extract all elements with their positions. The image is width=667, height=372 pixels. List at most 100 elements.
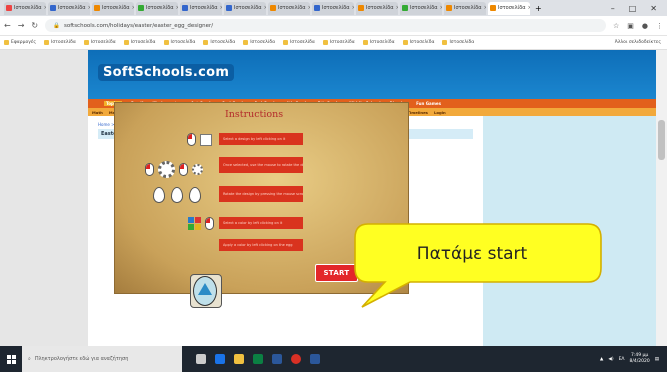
tab-close-icon[interactable]: ×: [484, 5, 486, 11]
tab-label: Ιστοσελίδα: [58, 5, 86, 11]
account-icon[interactable]: ●: [642, 22, 648, 30]
bookmark-item[interactable]: Ιστοσελίδα: [163, 40, 196, 45]
maximize-icon[interactable]: □: [629, 4, 637, 13]
folder-icon: [283, 40, 289, 45]
bookmark-item[interactable]: Ιστοσελίδα: [123, 40, 156, 45]
browser-tab[interactable]: Ιστοσελίδα ×: [268, 1, 310, 15]
folder-icon: [83, 40, 89, 45]
tab-close-icon[interactable]: ×: [220, 5, 222, 11]
clock[interactable]: 7:49 μμ 8/4/2020: [630, 353, 650, 365]
new-tab-icon[interactable]: +: [535, 4, 542, 13]
secondary-nav-item[interactable]: Math: [92, 110, 103, 115]
bookmark-item[interactable]: Εφαρμογές: [4, 40, 36, 45]
browser-tab[interactable]: Ιστοσελίδα ×: [312, 1, 354, 15]
browser-tab[interactable]: Ιστοσελίδα ×: [400, 1, 442, 15]
tab-close-icon[interactable]: ×: [264, 5, 266, 11]
tab-label: Ιστοσελίδα: [454, 5, 482, 11]
bookmark-item[interactable]: Ιστοσελίδα: [83, 40, 116, 45]
tab-close-icon[interactable]: ×: [88, 5, 90, 11]
bookmark-label: Ιστοσελίδα: [369, 40, 395, 45]
edge-icon[interactable]: [215, 354, 225, 364]
scrollbar-thumb[interactable]: [658, 120, 665, 160]
tab-close-icon[interactable]: ×: [396, 5, 398, 11]
mouse-left-click-icon: [187, 133, 196, 146]
color-palette-icon: [188, 217, 201, 230]
tab-label: Ιστοσελίδα: [14, 5, 42, 11]
secondary-nav-item[interactable]: Login: [434, 110, 446, 115]
browser-tab[interactable]: Ιστοσελίδα ×: [224, 1, 266, 15]
bookmark-item[interactable]: Ιστοσελίδα: [442, 40, 474, 45]
browser-tab[interactable]: Ιστοσελίδα ×: [48, 1, 90, 15]
file-explorer-icon[interactable]: [234, 354, 244, 364]
extension-icon[interactable]: ▣: [627, 22, 634, 30]
site-logo[interactable]: SoftSchools.com: [98, 64, 235, 81]
url-input[interactable]: 🔒 softschools.com/holidays/easter/easter…: [45, 19, 606, 32]
site-header: SoftSchools.com: [88, 50, 656, 99]
url-text: softschools.com/holidays/easter/easter_e…: [63, 22, 214, 29]
secondary-nav-item[interactable]: Timelines: [407, 110, 428, 115]
bookmark-item[interactable]: Ιστοσελίδα: [44, 40, 76, 45]
egg-designer-game[interactable]: Instructions Select a design by left cli…: [114, 102, 409, 294]
step-row-3: [153, 187, 201, 203]
notifications-icon[interactable]: ▤: [655, 357, 659, 362]
reload-icon[interactable]: ↻: [31, 21, 38, 30]
bookmark-item[interactable]: Ιστοσελίδα: [322, 40, 355, 45]
menu-icon[interactable]: ⋮: [656, 22, 663, 30]
store-icon[interactable]: [253, 354, 263, 364]
lock-icon: 🔒: [53, 22, 60, 29]
tab-close-icon[interactable]: ×: [528, 5, 530, 11]
bookmark-label: Εφαρμογές: [11, 40, 36, 45]
browser-tab-strip: Ιστοσελίδα × Ιστοσελίδα × Ιστοσελίδα × Ιστοσελ…: [0, 0, 667, 16]
browser-tab[interactable]: Ιστοσελίδα ×: [180, 1, 222, 15]
task-view-icon[interactable]: [196, 354, 206, 364]
tab-close-icon[interactable]: ×: [132, 5, 134, 11]
chrome-icon[interactable]: [291, 354, 301, 364]
bookmark-item[interactable]: Ιστοσελίδα: [283, 40, 315, 45]
tab-close-icon[interactable]: ×: [352, 5, 354, 11]
address-bar-row: ← → ↻ 🔒 softschools.com/holidays/easter/…: [0, 16, 667, 36]
network-icon[interactable]: ▲: [600, 357, 603, 362]
tab-label: Ιστοσελίδα: [278, 5, 306, 11]
taskbar-search[interactable]: ⌕ Πληκτρολογήστε εδώ για αναζήτηση: [22, 346, 182, 372]
start-button[interactable]: START: [315, 264, 358, 282]
minimize-icon[interactable]: –: [611, 4, 615, 13]
page-scrollbar[interactable]: [656, 50, 667, 346]
bookmark-label: Ιστοσελίδα: [170, 40, 196, 45]
bookmark-label: Ιστοσελίδα: [90, 40, 116, 45]
tab-close-icon[interactable]: ×: [308, 5, 310, 11]
tab-favicon-icon: [314, 5, 320, 11]
volume-icon[interactable]: ◀): [608, 357, 613, 362]
tab-close-icon[interactable]: ×: [440, 5, 442, 11]
bookmark-item[interactable]: Ιστοσελίδα: [203, 40, 235, 45]
close-window-icon[interactable]: ✕: [650, 4, 657, 13]
folder-icon: [243, 40, 249, 45]
browser-tab[interactable]: Ιστοσελίδα ×: [92, 1, 134, 15]
word-document-icon[interactable]: [310, 354, 320, 364]
browser-tab[interactable]: Ιστοσελίδα ×: [444, 1, 486, 15]
browser-tab[interactable]: Ιστοσελίδα ×: [136, 1, 178, 15]
bookmark-item[interactable]: Ιστοσελίδα: [362, 40, 395, 45]
tab-close-icon[interactable]: ×: [44, 5, 46, 11]
folder-icon: [442, 40, 448, 45]
tab-label: Ιστοσελίδα: [498, 5, 526, 11]
bookmark-star-icon[interactable]: ☆: [613, 22, 619, 30]
bookmark-label: Ιστοσελίδα: [130, 40, 156, 45]
start-menu-button[interactable]: [0, 346, 22, 372]
mouse-icon: [179, 163, 188, 176]
word-icon[interactable]: [272, 354, 282, 364]
primary-nav-item[interactable]: Fun Games: [416, 101, 441, 106]
bookmark-item[interactable]: Ιστοσελίδα: [243, 40, 275, 45]
browser-tab[interactable]: Ιστοσελίδα ×: [488, 1, 530, 15]
language-indicator[interactable]: ΕΛ: [619, 357, 625, 362]
bookmark-item[interactable]: Ιστοσελίδα: [402, 40, 434, 45]
tab-favicon-icon: [446, 5, 452, 11]
folder-icon: [123, 40, 129, 45]
other-bookmarks[interactable]: Άλλοι σελιδοδείκτες: [615, 40, 667, 45]
forward-icon[interactable]: →: [18, 21, 25, 30]
browser-tab[interactable]: Ιστοσελίδα ×: [356, 1, 398, 15]
back-icon[interactable]: ←: [4, 21, 11, 30]
bookmark-label: Ιστοσελίδα: [290, 40, 315, 45]
bookmark-label: Ιστοσελίδα: [250, 40, 276, 45]
browser-tab[interactable]: Ιστοσελίδα ×: [4, 1, 46, 15]
tab-close-icon[interactable]: ×: [176, 5, 178, 11]
